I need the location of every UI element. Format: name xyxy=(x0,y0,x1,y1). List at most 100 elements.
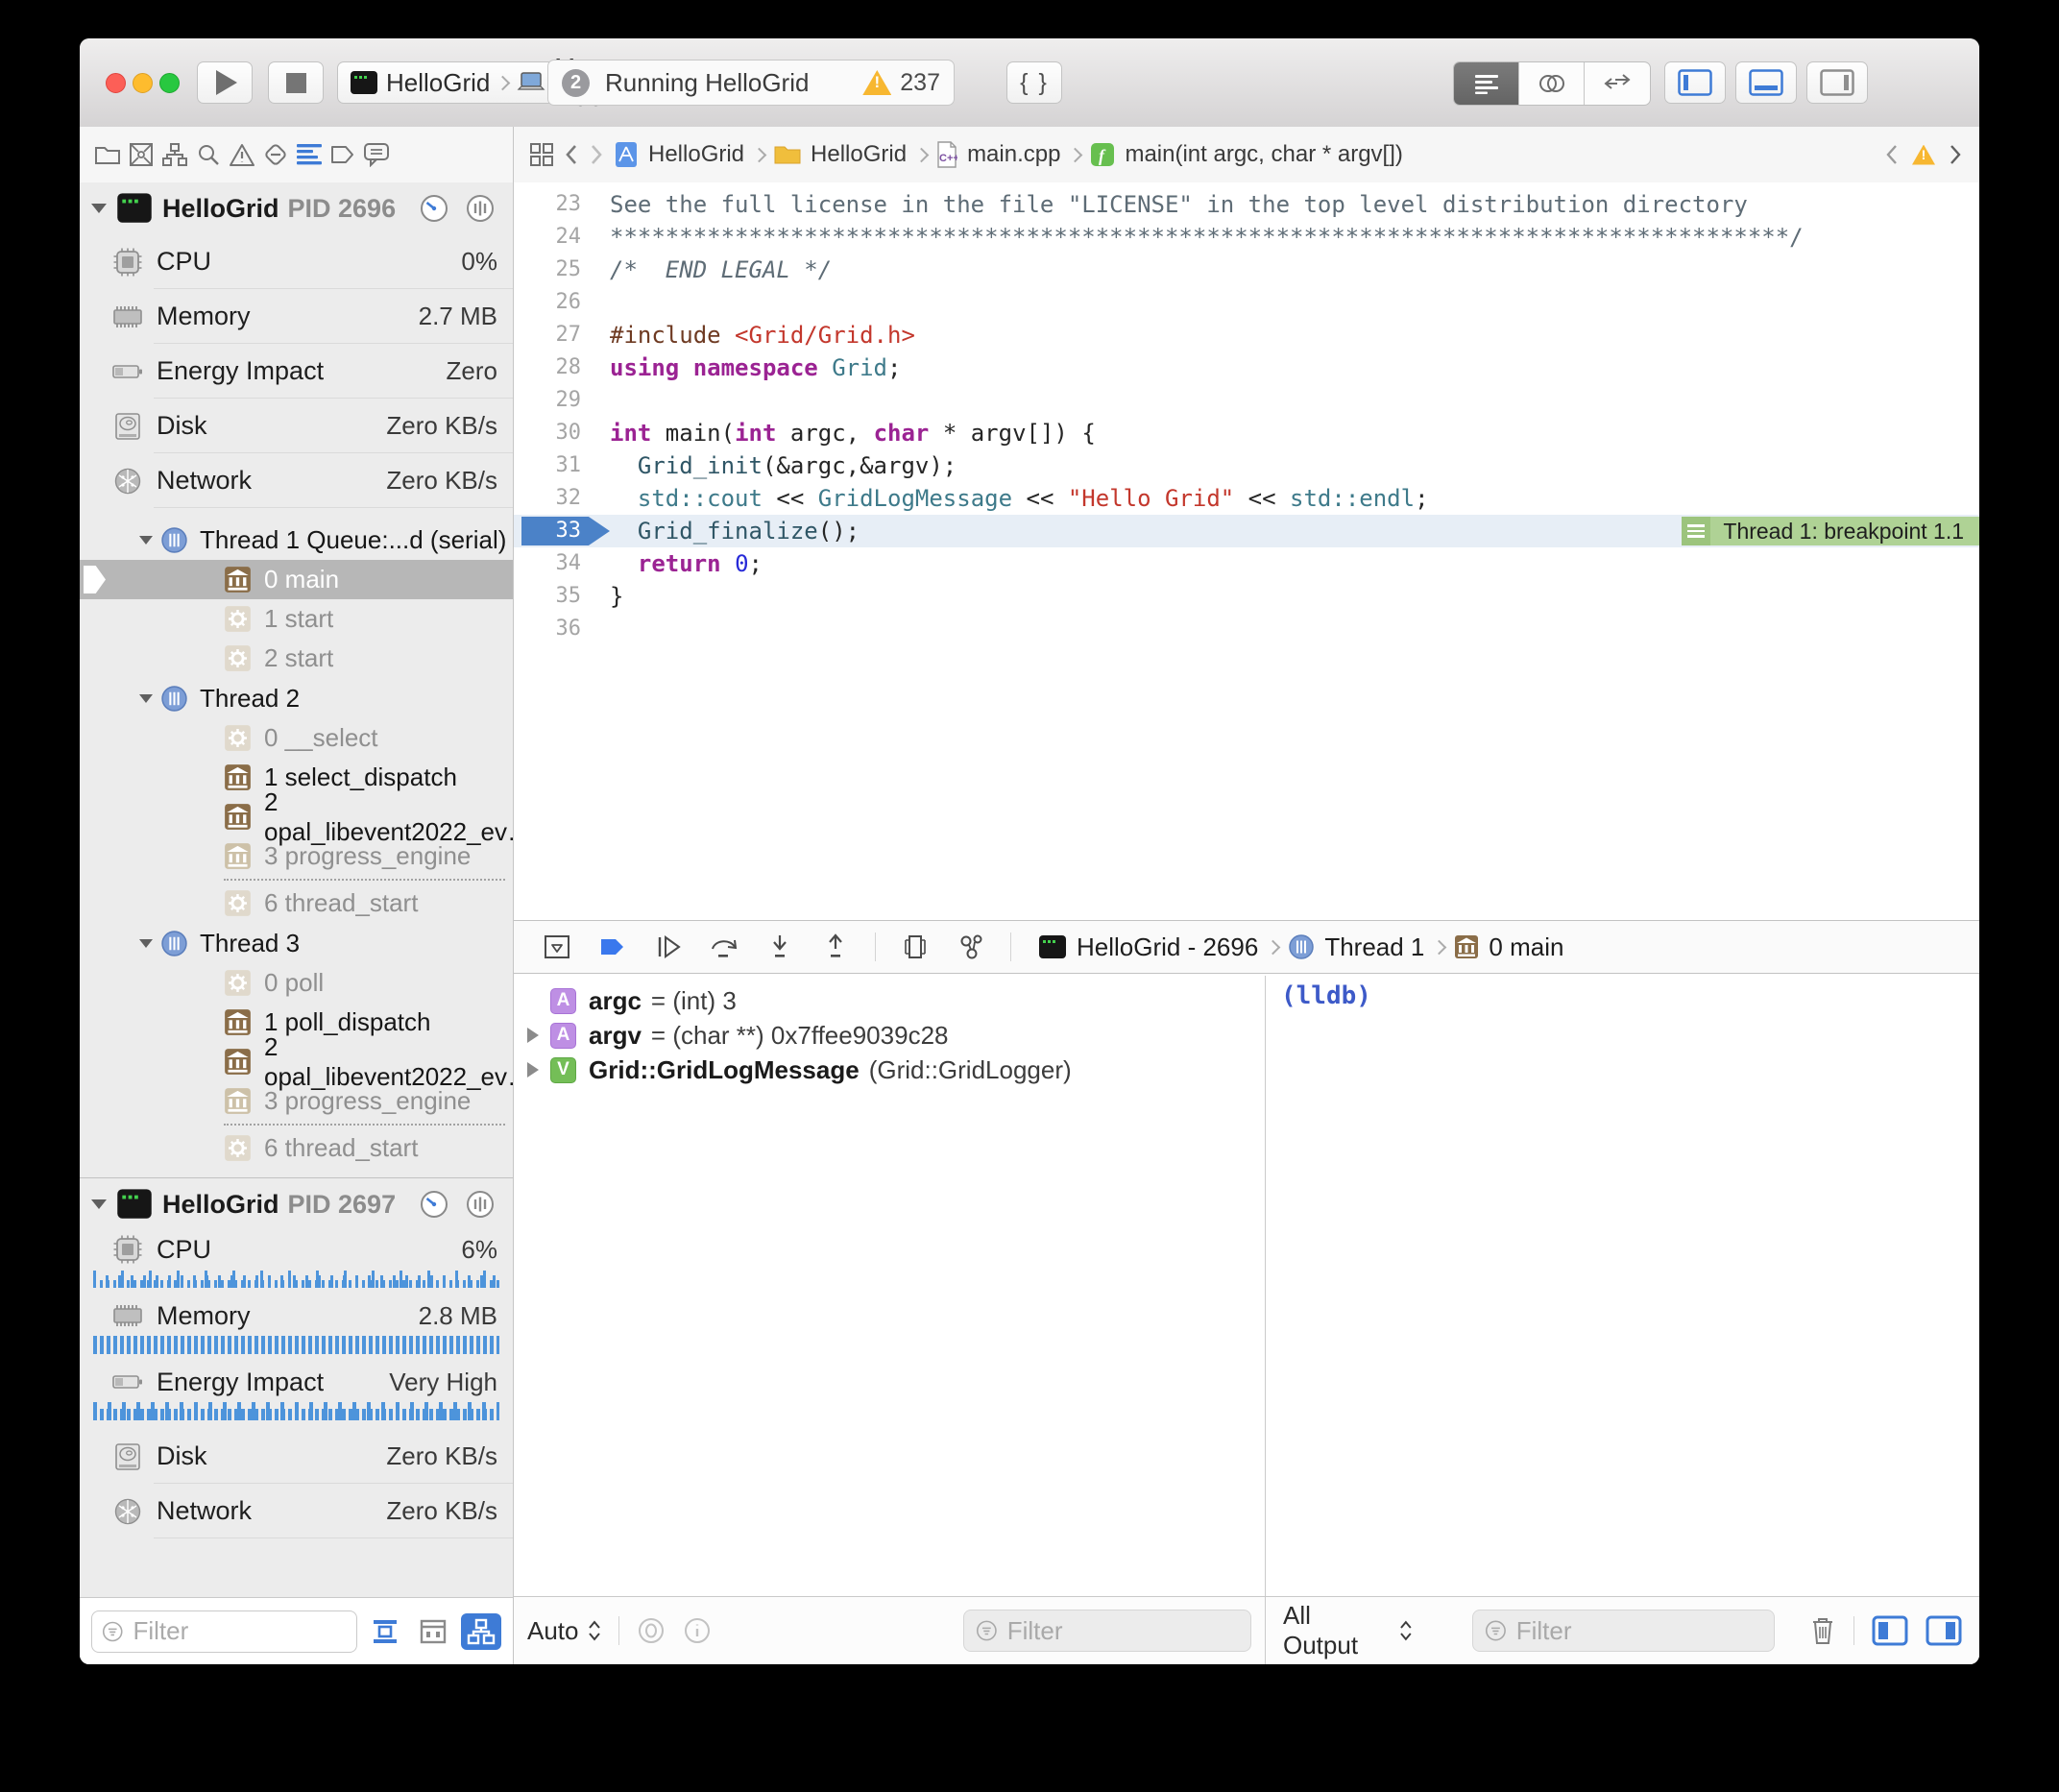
flatten-recursion-icon[interactable] xyxy=(365,1613,405,1650)
stack-frame-row[interactable]: 2 opal_libevent2022_ev… xyxy=(80,797,513,836)
report-navigator-icon[interactable] xyxy=(362,127,391,182)
stack-frame-row[interactable]: 2 opal_libevent2022_ev… xyxy=(80,1042,513,1081)
line-number[interactable]: 29 xyxy=(514,384,581,417)
line-number[interactable]: 31 xyxy=(514,449,581,482)
breakpoint-annotation[interactable]: Thread 1: breakpoint 1.1 xyxy=(1682,517,1979,545)
variable-row[interactable]: Aargc= (int) 3 xyxy=(514,983,1265,1018)
thread-row[interactable]: Thread 2 xyxy=(80,678,513,718)
line-number[interactable]: 27 xyxy=(514,319,581,351)
find-navigator-icon[interactable] xyxy=(194,127,223,182)
code-line[interactable]: 32 std::cout << GridLogMessage << "Hello… xyxy=(514,482,1979,515)
code-line[interactable]: 24**************************************… xyxy=(514,221,1979,254)
source-editor[interactable]: 23See the full license in the file "LICE… xyxy=(514,182,1979,926)
line-number[interactable]: 32 xyxy=(514,482,581,515)
variables-filter-field[interactable] xyxy=(963,1610,1251,1652)
line-number[interactable]: 24 xyxy=(514,221,581,254)
warning-icon[interactable] xyxy=(1912,145,1935,165)
symbol-navigator-icon[interactable] xyxy=(160,127,189,182)
activity-status-bar[interactable]: 2 Running HelloGrid 237 xyxy=(547,60,955,106)
code-line[interactable]: 28using namespace Grid; xyxy=(514,351,1979,384)
code-line[interactable]: 29 xyxy=(514,384,1979,417)
line-number[interactable]: 28 xyxy=(514,351,581,384)
gauge-row-disk[interactable]: DiskZero KB/s xyxy=(80,399,513,453)
gauge-row-energy-impact[interactable]: Energy ImpactZero xyxy=(80,344,513,399)
gauge-row-network[interactable]: NetworkZero KB/s xyxy=(80,1484,513,1538)
forward-button[interactable] xyxy=(589,143,604,166)
line-number[interactable]: 26 xyxy=(514,286,581,319)
close-window-button[interactable] xyxy=(106,73,126,93)
issue-navigator-icon[interactable] xyxy=(228,127,256,182)
related-items-icon[interactable] xyxy=(529,142,554,167)
memory-gauge-button[interactable] xyxy=(465,193,496,224)
toggle-navigator-panel-button[interactable] xyxy=(1664,61,1726,104)
line-number[interactable]: 35 xyxy=(514,580,581,613)
zoom-window-button[interactable] xyxy=(159,73,180,93)
code-line[interactable]: 27#include <Grid/Grid.h> xyxy=(514,319,1979,351)
view-process-by-queue-icon[interactable] xyxy=(461,1613,501,1650)
thread-row[interactable]: Thread 1 Queue:...d (serial) xyxy=(80,520,513,560)
stack-frame-row[interactable]: 6 thread_start xyxy=(80,884,513,923)
stack-frame-row[interactable]: 3 progress_engine xyxy=(80,836,513,876)
stack-frame-row[interactable]: 0 poll xyxy=(80,963,513,1003)
breadcrumb-frame[interactable]: 0 main xyxy=(1489,932,1563,962)
library-button[interactable]: { } xyxy=(1006,61,1062,104)
code-line[interactable]: 30int main(int argc, char * argv[]) { xyxy=(514,417,1979,449)
code-line[interactable]: 23See the full license in the file "LICE… xyxy=(514,188,1979,221)
breadcrumb-thread[interactable]: Thread 1 xyxy=(1324,932,1424,962)
variables-scope-popup[interactable]: Auto xyxy=(527,1616,601,1646)
minimize-window-button[interactable] xyxy=(133,73,153,93)
cpu-gauge-button[interactable] xyxy=(419,1189,449,1220)
line-number[interactable]: 23 xyxy=(514,188,581,221)
breakpoints-activate-icon[interactable] xyxy=(596,931,629,963)
source-control-icon[interactable] xyxy=(127,127,156,182)
code-line[interactable]: 33 Grid_finalize();Thread 1: breakpoint … xyxy=(514,515,1979,547)
console-view[interactable]: (lldb) xyxy=(1266,976,1979,1596)
stack-frame-row[interactable]: 2 start xyxy=(80,639,513,678)
stack-frame-row[interactable]: 0 main xyxy=(80,560,513,599)
stack-frame-row[interactable]: 3 progress_engine xyxy=(80,1081,513,1121)
disclosure-triangle-icon[interactable] xyxy=(91,1199,107,1209)
jump-bar-group[interactable]: HelloGrid xyxy=(811,141,907,168)
navigator-filter-field[interactable] xyxy=(91,1610,357,1653)
variable-row[interactable]: Aargv= (char **) 0x7ffee9039c28 xyxy=(514,1018,1265,1053)
disclosure-triangle-icon[interactable] xyxy=(139,939,153,948)
variables-view[interactable]: Aargc= (int) 3Aargv= (char **) 0x7ffee90… xyxy=(514,976,1266,1596)
thread-row[interactable]: Thread 3 xyxy=(80,923,513,963)
stack-frame-row[interactable]: 0 __select xyxy=(80,718,513,758)
hide-debug-area-icon[interactable] xyxy=(541,931,573,963)
breakpoint-navigator-icon[interactable] xyxy=(328,127,357,182)
console-pane-toggle-icon[interactable] xyxy=(1926,1615,1962,1646)
gauge-row-disk[interactable]: DiskZero KB/s xyxy=(80,1429,513,1484)
test-navigator-icon[interactable] xyxy=(261,127,290,182)
disclosure-triangle-icon[interactable] xyxy=(139,536,153,545)
jump-bar-symbol[interactable]: main(int argc, char * argv[]) xyxy=(1125,141,1402,168)
toggle-inspector-panel-button[interactable] xyxy=(1806,61,1868,104)
continue-icon[interactable] xyxy=(652,931,685,963)
variables-filter-input[interactable] xyxy=(1005,1615,1239,1647)
code-line[interactable]: 34 return 0; xyxy=(514,547,1979,580)
jump-bar-file[interactable]: main.cpp xyxy=(967,141,1060,168)
navigator-filter-input[interactable] xyxy=(131,1615,347,1647)
scheme-selector[interactable]: HelloGrid My Mac xyxy=(337,61,560,104)
stack-frames-compress-icon[interactable] xyxy=(413,1613,453,1650)
toggle-debug-area-button[interactable] xyxy=(1735,61,1797,104)
debug-navigator-icon[interactable] xyxy=(295,127,324,182)
console-filter-input[interactable] xyxy=(1514,1615,1762,1647)
gauge-row-energy-impact[interactable]: Energy ImpactVery High xyxy=(80,1363,513,1401)
step-over-icon[interactable] xyxy=(708,931,740,963)
trash-icon[interactable] xyxy=(1809,1615,1836,1646)
breakpoint-badge[interactable]: 33 xyxy=(521,517,610,545)
version-editor-button[interactable] xyxy=(1585,62,1650,105)
memory-graph-icon[interactable] xyxy=(955,931,987,963)
jump-bar-project[interactable]: HelloGrid xyxy=(648,141,744,168)
variables-pane-toggle-icon[interactable] xyxy=(1872,1615,1908,1646)
run-button[interactable] xyxy=(197,61,253,104)
step-out-icon[interactable] xyxy=(819,931,852,963)
process-row[interactable]: HelloGridPID 2697 xyxy=(80,1177,513,1230)
code-line[interactable]: 36 xyxy=(514,613,1979,645)
view-hierarchy-icon[interactable] xyxy=(899,931,932,963)
stack-frame-row[interactable]: 1 start xyxy=(80,599,513,639)
assistant-editor-button[interactable] xyxy=(1519,62,1585,105)
info-icon[interactable] xyxy=(683,1616,712,1645)
gauge-row-cpu[interactable]: CPU0% xyxy=(80,234,513,289)
